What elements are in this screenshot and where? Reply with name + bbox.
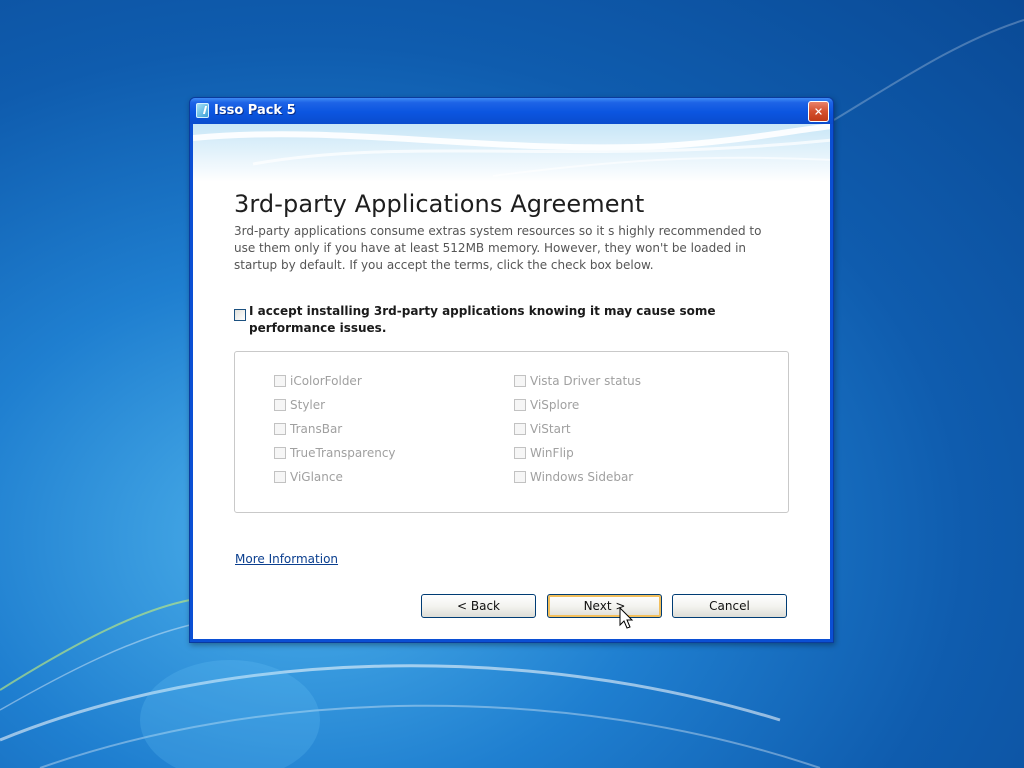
window-title: Isso Pack 5 <box>214 103 296 118</box>
app-label: ViGlance <box>290 470 343 484</box>
close-button[interactable] <box>808 101 829 122</box>
app-label: TransBar <box>290 422 343 436</box>
app-checkbox[interactable] <box>514 375 526 387</box>
page-title: 3rd-party Applications Agreement <box>234 190 645 218</box>
app-checkbox[interactable] <box>514 423 526 435</box>
app-checkbox[interactable] <box>514 471 526 483</box>
app-item-viglance[interactable]: ViGlance <box>274 468 343 486</box>
title-bar[interactable]: Isso Pack 5 <box>190 98 833 124</box>
app-label: Styler <box>290 398 326 412</box>
accept-checkbox[interactable] <box>234 309 246 321</box>
app-item-visplore[interactable]: ViSplore <box>514 396 579 414</box>
app-icon <box>196 103 209 118</box>
applications-group: iColorFolder Styler TransBar TrueTranspa… <box>234 351 789 513</box>
mouse-cursor-icon <box>619 607 634 629</box>
app-item-vista-driver-status[interactable]: Vista Driver status <box>514 372 641 390</box>
next-button[interactable]: Next > <box>547 594 662 618</box>
dialog-content: 3rd-party Applications Agreement 3rd-par… <box>193 124 830 639</box>
cancel-button[interactable]: Cancel <box>672 594 787 618</box>
banner-decoration <box>193 124 830 182</box>
installer-window: Isso Pack 5 3rd-party Applications Agree… <box>189 97 834 643</box>
app-item-vistart[interactable]: ViStart <box>514 420 571 438</box>
app-checkbox[interactable] <box>274 471 286 483</box>
app-label: TrueTransparency <box>290 446 396 460</box>
close-icon <box>815 108 822 115</box>
accept-label[interactable]: I accept installing 3rd-party applicatio… <box>249 303 769 337</box>
app-item-styler[interactable]: Styler <box>274 396 325 414</box>
back-button[interactable]: < Back <box>421 594 536 618</box>
app-label: iColorFolder <box>290 374 362 388</box>
app-item-truetransparency[interactable]: TrueTransparency <box>274 444 396 462</box>
app-checkbox[interactable] <box>274 399 286 411</box>
app-label: WinFlip <box>530 446 574 460</box>
app-label: Vista Driver status <box>530 374 642 388</box>
app-checkbox[interactable] <box>514 447 526 459</box>
app-item-windows-sidebar[interactable]: Windows Sidebar <box>514 468 633 486</box>
app-checkbox[interactable] <box>274 423 286 435</box>
app-checkbox[interactable] <box>274 375 286 387</box>
app-item-icolorfolder[interactable]: iColorFolder <box>274 372 362 390</box>
app-label: Windows Sidebar <box>530 470 634 484</box>
page-description: 3rd-party applications consume extras sy… <box>234 224 762 272</box>
app-label: ViSplore <box>530 398 580 412</box>
app-label: ViStart <box>530 422 571 436</box>
app-checkbox[interactable] <box>514 399 526 411</box>
app-item-transbar[interactable]: TransBar <box>274 420 342 438</box>
app-item-winflip[interactable]: WinFlip <box>514 444 574 462</box>
app-checkbox[interactable] <box>274 447 286 459</box>
more-information-link[interactable]: More Information <box>235 552 338 566</box>
